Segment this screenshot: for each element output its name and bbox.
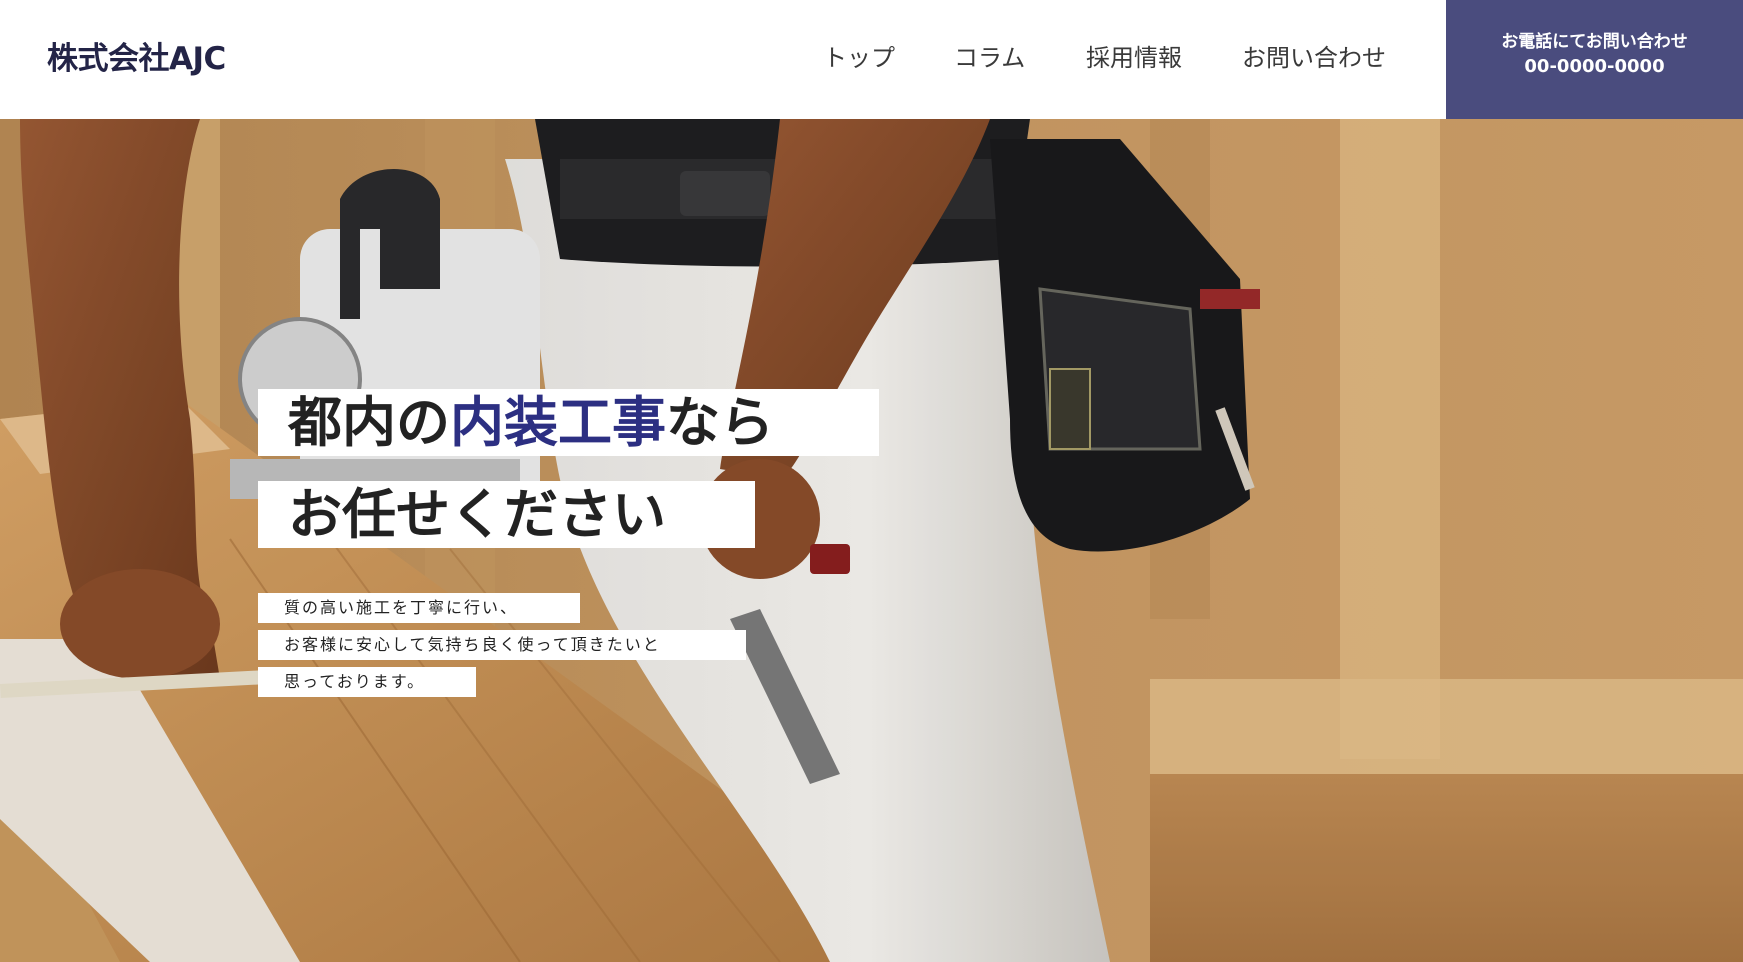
phone-contact-label: お電話にてお問い合わせ bbox=[1501, 32, 1688, 52]
hero-headline-accent: 内装工事 bbox=[450, 391, 666, 454]
hero-headline-post: なら bbox=[666, 391, 774, 454]
hero-headline-line2: お任せください bbox=[258, 481, 755, 548]
company-logo[interactable]: 株式会社AJC bbox=[47, 37, 226, 81]
hero-subtext-line1: 質の高い施工を丁寧に行い、 bbox=[258, 593, 580, 623]
hero-headline-pre: 都内の bbox=[288, 391, 450, 454]
hero-section: 都内の内装工事なら お任せください 質の高い施工を丁寧に行い、 お客様に安心して… bbox=[0, 119, 1743, 962]
phone-contact-button[interactable]: お電話にてお問い合わせ 00-0000-0000 bbox=[1446, 0, 1743, 119]
nav-item-top[interactable]: トップ bbox=[823, 40, 895, 76]
hero-headline-line1: 都内の内装工事なら bbox=[258, 389, 879, 456]
nav-item-recruit[interactable]: 採用情報 bbox=[1086, 40, 1182, 76]
nav-item-contact[interactable]: お問い合わせ bbox=[1242, 40, 1386, 76]
hero-subtext-line2: お客様に安心して気持ち良く使って頂きたいと bbox=[258, 630, 746, 660]
hero-subtext-line3: 思っております。 bbox=[258, 667, 476, 697]
nav-item-column[interactable]: コラム bbox=[954, 40, 1025, 76]
site-header: 株式会社AJC トップ コラム 採用情報 お問い合わせ お電話にてお問い合わせ … bbox=[0, 0, 1743, 119]
phone-number: 00-0000-0000 bbox=[1524, 56, 1665, 77]
